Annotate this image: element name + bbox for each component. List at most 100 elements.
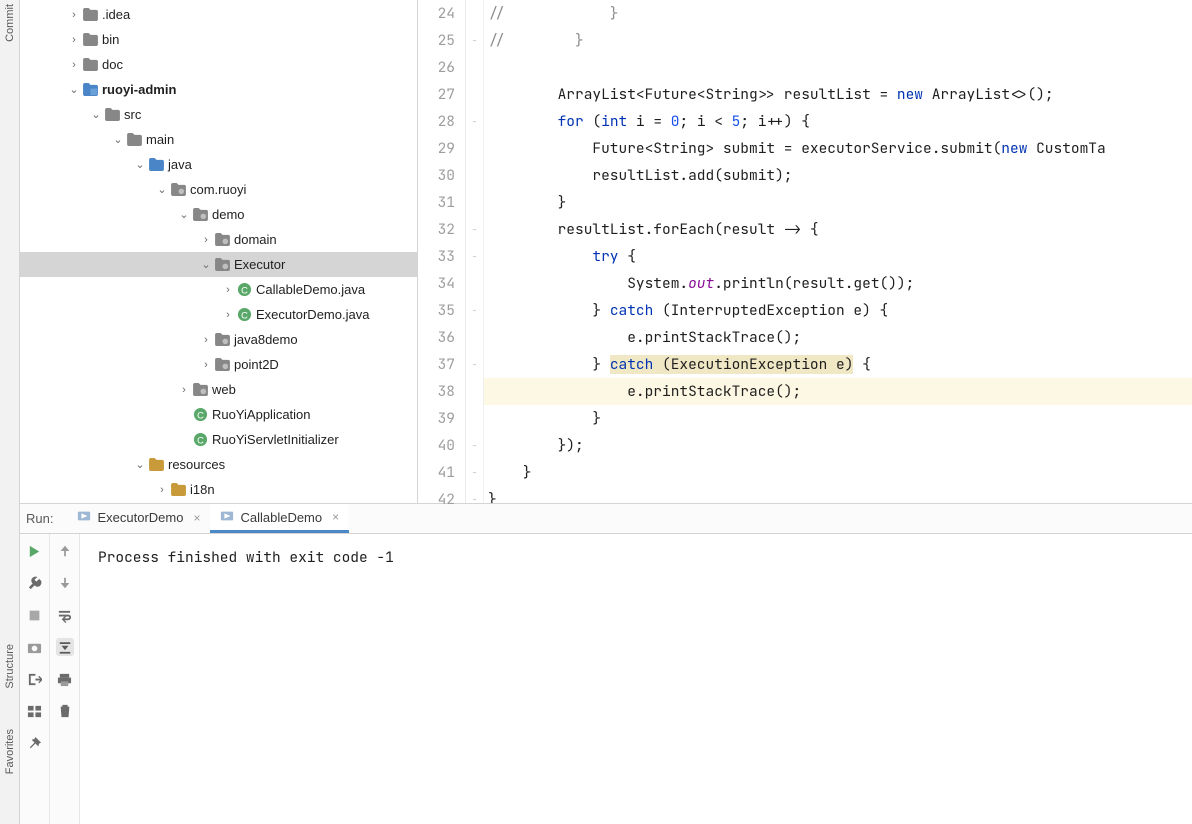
code-line[interactable]: for (int i = 0; i < 5; i++) {	[484, 108, 1192, 135]
chevron-down-icon[interactable]: ⌄	[88, 108, 104, 121]
chevron-down-icon[interactable]: ⌄	[154, 183, 170, 196]
chevron-right-icon[interactable]: ›	[66, 59, 82, 71]
code-line[interactable]: e.printStackTrace();	[484, 324, 1192, 351]
tree-item[interactable]: ⌄Executor	[20, 252, 417, 277]
chevron-right-icon[interactable]: ›	[176, 384, 192, 396]
tree-item[interactable]: › i18n	[20, 477, 417, 502]
camera-icon[interactable]	[26, 638, 44, 656]
trash-icon[interactable]	[56, 702, 74, 720]
console-line: Process finished with exit code -1	[98, 548, 1182, 567]
tree-item[interactable]: ›CCallableDemo.java	[20, 277, 417, 302]
tree-item[interactable]: ⌄main	[20, 127, 417, 152]
code-line[interactable]: // }	[484, 27, 1192, 54]
folder-gold-icon	[170, 482, 186, 498]
tree-item[interactable]: ›doc	[20, 52, 417, 77]
tree-item[interactable]: › point2D	[20, 352, 417, 377]
console-output[interactable]: Process finished with exit code -1	[80, 534, 1192, 824]
tree-item[interactable]: ⌄java	[20, 152, 417, 177]
tree-item[interactable]: ›.idea	[20, 2, 417, 27]
code-line[interactable]: resultList.add(submit);	[484, 162, 1192, 189]
chevron-right-icon[interactable]: ›	[198, 334, 214, 346]
tree-item[interactable]: › bin	[20, 27, 417, 52]
tree-item[interactable]: ⌄ demo	[20, 202, 417, 227]
tree-item[interactable]: ›domain	[20, 227, 417, 252]
tree-item[interactable]: ›CRuoYiServletInitializer	[20, 427, 417, 452]
chevron-down-icon[interactable]: ⌄	[110, 133, 126, 146]
wrench-icon[interactable]	[26, 574, 44, 592]
run-config-icon	[220, 509, 234, 526]
editor-fold-column[interactable]: −−−−−−−−−	[466, 0, 484, 503]
chevron-right-icon[interactable]: ›	[220, 309, 236, 321]
chevron-right-icon[interactable]: ›	[66, 9, 82, 21]
project-tree[interactable]: ›.idea›bin›doc⌄ruoyi-admin⌄src⌄main⌄java…	[20, 0, 418, 503]
code-line[interactable]: }	[484, 189, 1192, 216]
chevron-down-icon[interactable]: ⌄	[176, 208, 192, 221]
run-tab[interactable]: CallableDemo×	[210, 504, 349, 533]
chevron-right-icon[interactable]: ›	[66, 34, 82, 46]
tree-item[interactable]: ›web	[20, 377, 417, 402]
run-tab[interactable]: ExecutorDemo ×	[67, 504, 210, 533]
print-icon[interactable]	[56, 670, 74, 688]
code-line[interactable]: }	[484, 405, 1192, 432]
code-line[interactable]: } catch (InterruptedException e) {	[484, 297, 1192, 324]
down-arrow-icon[interactable]	[56, 574, 74, 592]
code-line[interactable]: // }	[484, 0, 1192, 27]
chevron-down-icon[interactable]: ⌄	[132, 458, 148, 471]
code-line[interactable]: }	[484, 486, 1192, 503]
tree-item[interactable]: ›CRuoYiApplication	[20, 402, 417, 427]
code-line[interactable]: resultList.forEach(result -> {	[484, 216, 1192, 243]
tree-item[interactable]: ⌄com.ruoyi	[20, 177, 417, 202]
tree-item[interactable]: ⌄ruoyi-admin	[20, 77, 417, 102]
upper-pane: ›.idea›bin›doc⌄ruoyi-admin⌄src⌄main⌄java…	[20, 0, 1192, 504]
chevron-right-icon[interactable]: ›	[220, 284, 236, 296]
code-line[interactable]: try {	[484, 243, 1192, 270]
tree-item-label: demo	[212, 207, 245, 222]
exit-icon[interactable]	[26, 670, 44, 688]
chevron-down-icon[interactable]: ⌄	[198, 258, 214, 271]
code-line[interactable]: });	[484, 432, 1192, 459]
chevron-right-icon[interactable]: ›	[154, 484, 170, 496]
main-column: ›.idea›bin›doc⌄ruoyi-admin⌄src⌄main⌄java…	[20, 0, 1192, 824]
stop-button[interactable]	[26, 606, 44, 624]
code-line[interactable]: ArrayList<Future<String>> resultList = n…	[484, 81, 1192, 108]
tree-item[interactable]: ⌄src	[20, 102, 417, 127]
java-icon: C	[236, 282, 252, 298]
editor-code-area[interactable]: // }// } ArrayList<Future<String>> resul…	[484, 0, 1192, 503]
favorites-tool-tab[interactable]: Favorites	[4, 729, 16, 774]
chevron-down-icon[interactable]: ⌄	[132, 158, 148, 171]
tree-item-label: bin	[102, 32, 119, 47]
tree-item-label: i18n	[190, 482, 215, 497]
up-arrow-icon[interactable]	[56, 542, 74, 560]
tree-item[interactable]: ⌄resources	[20, 452, 417, 477]
pin-icon[interactable]	[26, 734, 44, 752]
commit-tool-tab[interactable]: Commit	[4, 4, 16, 42]
close-icon[interactable]: ×	[332, 510, 339, 524]
chevron-right-icon[interactable]: ›	[198, 234, 214, 246]
code-line[interactable]	[484, 54, 1192, 81]
folder-icon	[126, 132, 142, 148]
scroll-to-end-icon[interactable]	[56, 638, 74, 656]
run-panel: Run: ExecutorDemo×CallableDemo×	[20, 504, 1192, 824]
layout-icon[interactable]	[26, 702, 44, 720]
editor-gutter: 2425262728293031323334353637383940414243	[418, 0, 466, 503]
tree-item[interactable]: ›CExecutorDemo.java	[20, 302, 417, 327]
code-line[interactable]: } catch (ExecutionException e) {	[484, 351, 1192, 378]
app-root: Commit Structure Favorites ›.idea›bin›do…	[0, 0, 1192, 824]
package-icon	[214, 357, 230, 373]
close-icon[interactable]: ×	[193, 511, 200, 525]
code-line[interactable]: e.printStackTrace();	[484, 378, 1192, 405]
svg-text:C: C	[197, 410, 204, 420]
soft-wrap-icon[interactable]	[56, 606, 74, 624]
chevron-down-icon[interactable]: ⌄	[66, 83, 82, 96]
rerun-button[interactable]	[26, 542, 44, 560]
tree-item[interactable]: ›java8demo	[20, 327, 417, 352]
chevron-right-icon[interactable]: ›	[198, 359, 214, 371]
code-line[interactable]: }	[484, 459, 1192, 486]
tree-item-label: point2D	[234, 357, 279, 372]
code-editor[interactable]: 2425262728293031323334353637383940414243…	[418, 0, 1192, 503]
code-line[interactable]: System.out.println(result.get());	[484, 270, 1192, 297]
run-tab-label: ExecutorDemo	[97, 510, 183, 525]
structure-tool-tab[interactable]: Structure	[4, 644, 16, 689]
package-icon	[214, 232, 230, 248]
code-line[interactable]: Future<String> submit = executorService.…	[484, 135, 1192, 162]
